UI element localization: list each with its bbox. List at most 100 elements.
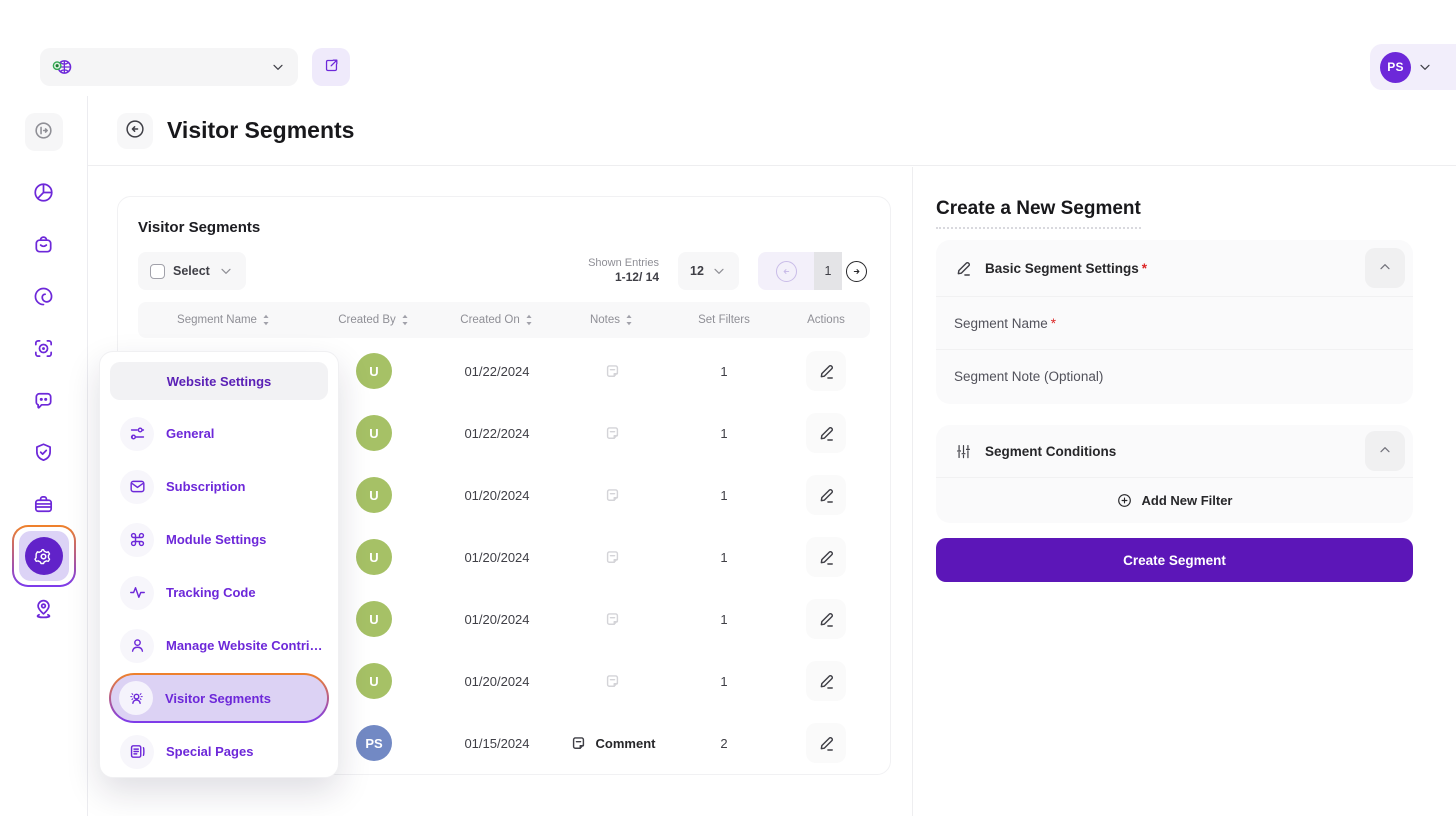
basic-segment-settings-card: Basic Segment Settings* Segment Name* Se…	[936, 240, 1413, 404]
shown-entries: Shown Entries 1-12/ 14	[588, 257, 659, 286]
envelope-icon	[120, 470, 154, 504]
sidebar-item[interactable]	[25, 486, 63, 522]
command-icon	[120, 523, 154, 557]
previous-page-button[interactable]	[758, 252, 814, 290]
menu-item-visitor-segments[interactable]: Visitor Segments	[109, 673, 329, 723]
collapse-basic-settings-button[interactable]	[1365, 248, 1405, 288]
special-pages-icon	[120, 735, 154, 769]
card-title: Visitor Segments	[138, 219, 870, 236]
create-segment-title: Create a New Segment	[936, 198, 1141, 229]
sidebar-item[interactable]	[25, 590, 63, 626]
pencil-icon	[817, 734, 836, 753]
edit-segment-button[interactable]	[806, 723, 846, 763]
edit-segment-button[interactable]	[806, 351, 846, 391]
page-size-dropdown[interactable]: 12	[678, 252, 739, 290]
column-header-actions[interactable]: Actions	[780, 314, 872, 326]
sidebar-item[interactable]	[25, 278, 63, 314]
shield-check-icon	[32, 441, 55, 464]
edit-segment-button[interactable]	[806, 599, 846, 639]
notes-cell[interactable]	[556, 672, 668, 691]
menu-item-label: Manage Website Contribut...	[166, 638, 328, 653]
sort-icon[interactable]	[524, 314, 534, 326]
add-new-filter-button[interactable]: Add New Filter	[936, 477, 1413, 522]
menu-item-general[interactable]: General	[110, 407, 328, 460]
next-page-button[interactable]	[842, 252, 870, 290]
notes-cell[interactable]: Comment	[556, 734, 668, 753]
actions-cell	[780, 413, 872, 453]
note-icon	[603, 548, 622, 567]
sidebar-item[interactable]	[25, 330, 63, 366]
pencil-icon	[817, 362, 836, 381]
sidebar-item[interactable]	[25, 382, 63, 418]
user-avatar: PS	[1380, 52, 1411, 83]
arrow-left-icon	[124, 118, 146, 143]
create-segment-button[interactable]: Create Segment	[936, 538, 1413, 582]
menu-item-manage-website-contribut[interactable]: Manage Website Contribut...	[110, 619, 328, 672]
notes-cell[interactable]	[556, 610, 668, 629]
notes-cell[interactable]	[556, 486, 668, 505]
set-filters-cell: 1	[668, 426, 780, 441]
sidebar-item[interactable]	[25, 226, 63, 262]
notes-cell[interactable]	[556, 362, 668, 381]
column-header-notes[interactable]: Notes	[556, 314, 668, 326]
person-scan-icon	[119, 681, 153, 715]
back-button[interactable]	[117, 113, 153, 149]
segment-note-input[interactable]: Segment Note (Optional)	[936, 349, 1413, 402]
sort-icon[interactable]	[400, 314, 410, 326]
site-selector-dropdown[interactable]	[40, 48, 298, 86]
column-label: Actions	[807, 314, 845, 326]
edit-segment-button[interactable]	[806, 537, 846, 577]
edit-segment-button[interactable]	[806, 475, 846, 515]
page-header: Visitor Segments	[88, 96, 1456, 166]
select-all-checkbox[interactable]	[150, 264, 165, 279]
sidebar-item-active[interactable]	[12, 525, 76, 587]
set-filters-cell: 1	[668, 550, 780, 565]
menu-item-subscription[interactable]: Subscription	[110, 460, 328, 513]
select-dropdown[interactable]: Select	[138, 252, 246, 290]
column-header-set-filters[interactable]: Set Filters	[668, 314, 780, 326]
notes-cell[interactable]	[556, 424, 668, 443]
collapse-sidebar-button[interactable]	[25, 113, 63, 151]
note-icon	[603, 362, 622, 381]
pencil-icon	[817, 548, 836, 567]
field-placeholder: Segment Note (Optional)	[954, 369, 1103, 384]
menu-item-label: Special Pages	[166, 744, 253, 759]
pagination: 1	[758, 252, 870, 290]
spiral-icon	[32, 285, 55, 308]
avatar: U	[356, 601, 392, 637]
chevron-down-icon	[1417, 59, 1433, 75]
collapse-conditions-button[interactable]	[1365, 431, 1405, 471]
required-marker: *	[1051, 316, 1056, 331]
chevron-up-icon	[1377, 442, 1393, 461]
sidebar-item[interactable]	[25, 434, 63, 470]
plus-circle-icon	[1116, 492, 1133, 509]
column-header-created-by[interactable]: Created By	[310, 314, 438, 326]
open-site-button[interactable]	[312, 48, 350, 86]
created-on-cell: 01/20/2024	[438, 550, 556, 565]
menu-item-module-settings[interactable]: Module Settings	[110, 513, 328, 566]
sort-icon[interactable]	[261, 314, 271, 326]
sidebar	[0, 96, 88, 816]
pulse-icon	[120, 576, 154, 610]
arrow-left-icon	[776, 261, 797, 282]
notes-cell[interactable]	[556, 548, 668, 567]
avatar: PS	[356, 725, 392, 761]
sort-icon[interactable]	[624, 314, 634, 326]
add-filter-label: Add New Filter	[1141, 493, 1232, 508]
pencil-icon	[817, 424, 836, 443]
user-menu[interactable]: PS	[1370, 44, 1456, 90]
segment-name-input[interactable]: Segment Name*	[936, 296, 1413, 349]
actions-cell	[780, 599, 872, 639]
table-tools: Shown Entries 1-12/ 14 12 1	[588, 252, 870, 290]
shown-entries-label: Shown Entries	[588, 257, 659, 271]
column-header-created-on[interactable]: Created On	[438, 314, 556, 326]
edit-segment-button[interactable]	[806, 413, 846, 453]
column-header-segment-name[interactable]: Segment Name	[138, 314, 310, 326]
note-icon	[603, 610, 622, 629]
sidebar-item[interactable]	[25, 174, 63, 210]
arrow-right-icon	[846, 261, 867, 282]
menu-item-special-pages[interactable]: Special Pages	[110, 725, 328, 778]
menu-item-tracking-code[interactable]: Tracking Code	[110, 566, 328, 619]
website-globe-icon	[52, 56, 74, 78]
edit-segment-button[interactable]	[806, 661, 846, 701]
